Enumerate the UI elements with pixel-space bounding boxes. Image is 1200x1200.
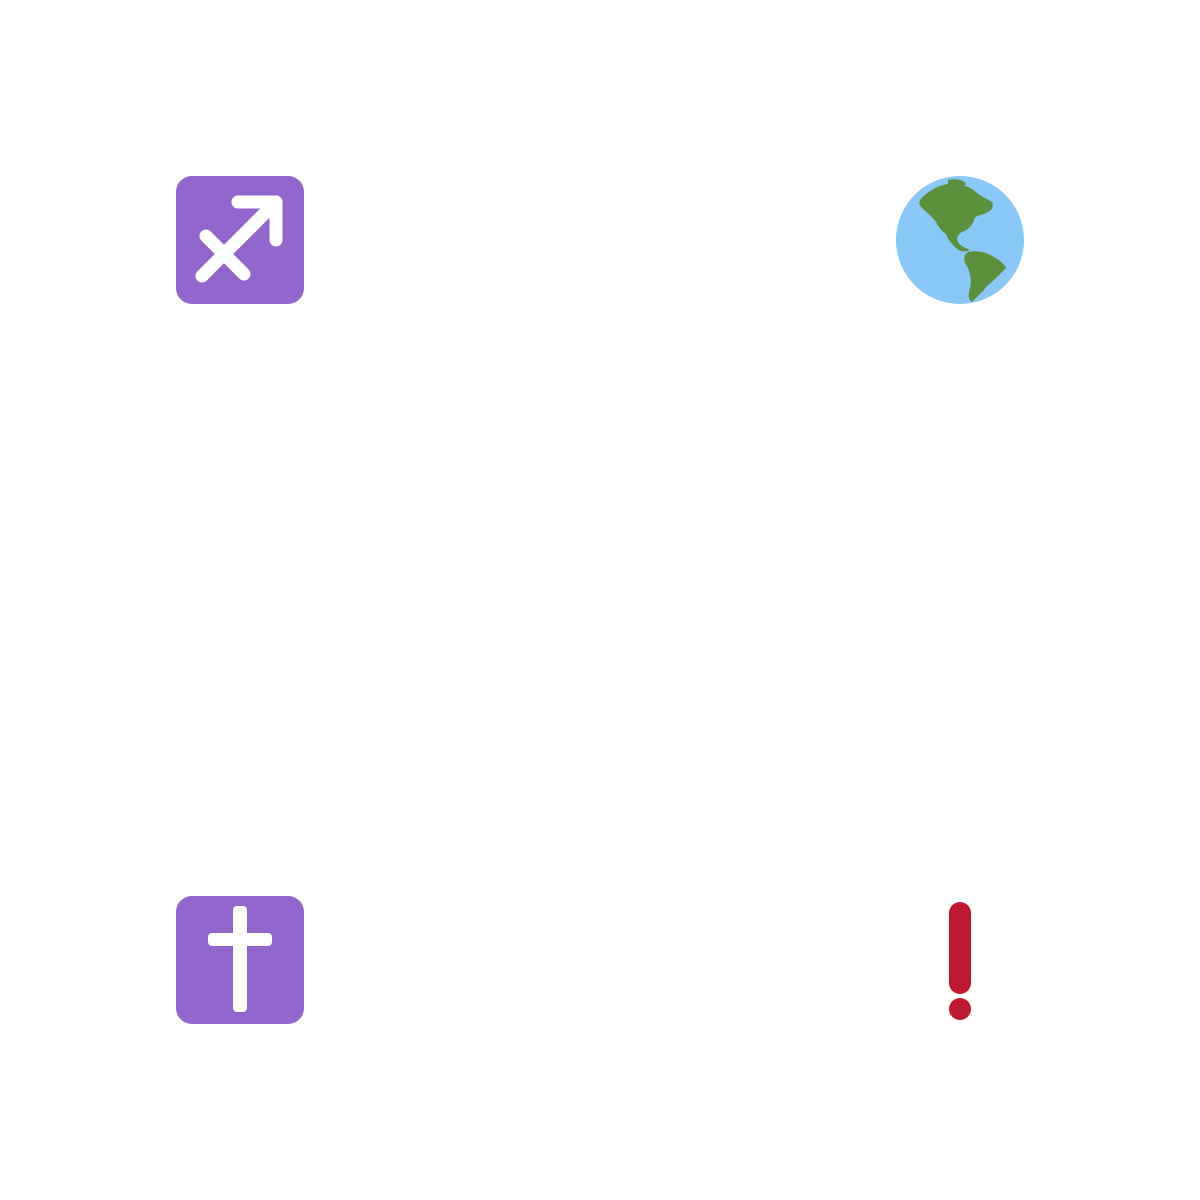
- sagittarius-icon: [176, 176, 304, 304]
- exclamation-mark-icon: [896, 896, 1024, 1024]
- globe-showing-americas-icon: [896, 176, 1024, 304]
- emoji-grid: [0, 0, 1200, 1200]
- latin-cross-icon: [176, 896, 304, 1024]
